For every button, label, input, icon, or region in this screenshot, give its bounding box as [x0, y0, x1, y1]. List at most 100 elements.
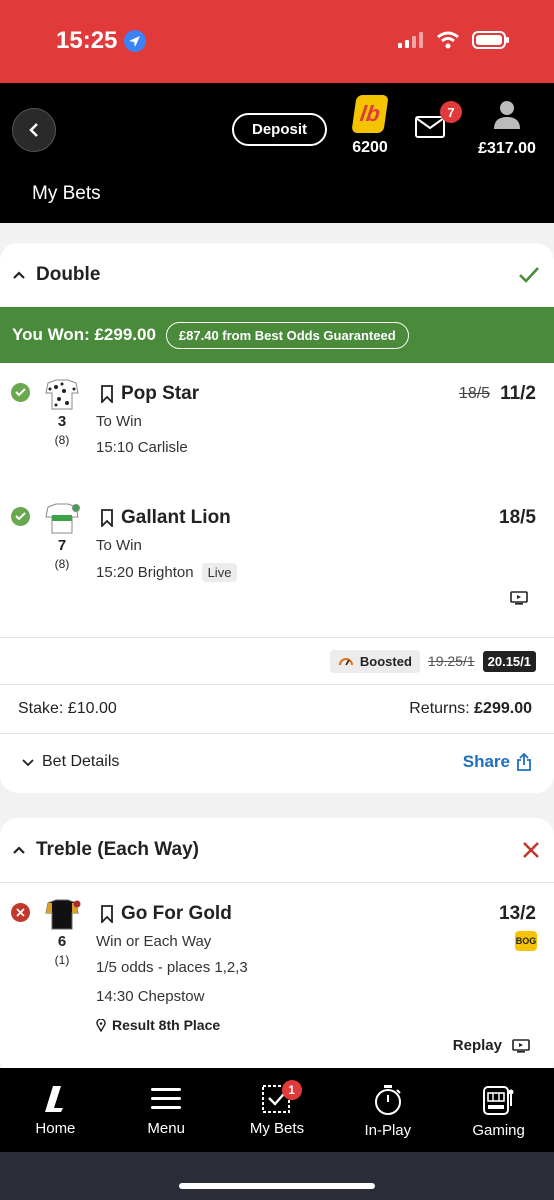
page-title: My Bets: [32, 183, 101, 204]
won-amount: You Won: £299.00: [12, 325, 156, 344]
watch-stream-icon[interactable]: [510, 591, 528, 605]
loyalty-points[interactable]: lb 6200: [345, 95, 395, 157]
bookmark-icon[interactable]: [100, 385, 114, 403]
jockey-silk-icon: [45, 503, 80, 534]
bog-badge: BOG: [515, 931, 537, 951]
live-badge: Live: [201, 563, 238, 582]
nav-home[interactable]: Home: [0, 1068, 111, 1152]
lost-status-icon: [11, 903, 30, 922]
nav-my-bets[interactable]: 1 My Bets: [222, 1068, 333, 1152]
user-icon: [494, 101, 520, 129]
runner-name-row: Pop Star: [100, 383, 199, 405]
market-name: Win or Each Way: [96, 933, 212, 950]
status-bar: 15:25: [0, 0, 554, 83]
pre-boost-odds: 19.25/1: [427, 653, 475, 669]
stake-returns-row: Stake: £10.00 Returns: £299.00: [0, 685, 554, 733]
home-indicator-area: [0, 1152, 554, 1200]
status-time: 15:25: [56, 27, 147, 55]
location-pin-icon: [96, 1018, 106, 1032]
bookmark-icon[interactable]: [100, 509, 114, 527]
runner-name: Pop Star: [121, 383, 200, 404]
deposit-button[interactable]: Deposit: [232, 113, 327, 146]
each-way-terms: 1/5 odds - places 1,2,3: [96, 959, 248, 976]
chevron-up-icon: [13, 846, 25, 854]
original-odds: 18/5: [458, 385, 491, 402]
settled-odds: 11/2: [500, 383, 536, 404]
nav-gaming[interactable]: Gaming: [443, 1068, 554, 1152]
stopwatch-icon: [374, 1085, 401, 1115]
selection-row: 7 (8) Gallant Lion To Win 15:20 Brighton…: [0, 487, 554, 637]
clock-text: 15:25: [56, 27, 118, 54]
won-status-icon: [11, 507, 30, 526]
selection-row: 6 (1) Go For Gold Win or Each Way 1/5 od…: [0, 883, 554, 1073]
check-icon: [519, 267, 539, 283]
nav-label: Home: [35, 1120, 76, 1137]
bet-type-title: Double: [36, 264, 101, 285]
jockey-silk-icon: [45, 379, 79, 410]
race-time-course: 15:20 Brighton: [96, 564, 194, 581]
battery-icon: [472, 31, 509, 49]
nav-in-play[interactable]: In-Play: [332, 1068, 443, 1152]
share-icon: [517, 753, 531, 771]
runner-name-row: Go For Gold: [100, 903, 232, 925]
bookmark-icon[interactable]: [100, 905, 114, 923]
account-button[interactable]: £317.00: [472, 99, 542, 158]
race-info: 15:20 Brighton Live: [96, 563, 238, 582]
location-arrow-icon: [124, 30, 147, 52]
runner-draw: (8): [54, 433, 70, 447]
won-banner: You Won: £299.00 £87.40 from Best Odds G…: [0, 307, 554, 363]
app-header: Deposit lb 6200 7 £317.00 My Bets: [0, 83, 554, 223]
share-button[interactable]: Share: [463, 752, 532, 772]
runner-name-row: Gallant Lion: [100, 507, 231, 529]
nav-menu[interactable]: Menu: [111, 1068, 222, 1152]
loyalty-points-value: 6200: [352, 139, 388, 156]
boosted-badge: Boosted: [329, 649, 420, 673]
bog-bonus-pill: £87.40 from Best Odds Guaranteed: [165, 321, 409, 349]
mail-count-badge: 7: [440, 101, 462, 123]
returns-value: £299.00: [474, 700, 532, 717]
status-icons: [398, 30, 510, 50]
account-balance: £317.00: [478, 140, 536, 157]
video-icon: [512, 1038, 530, 1053]
market-name: To Win: [96, 413, 142, 430]
runner-number: 7: [57, 537, 67, 554]
runner-name: Gallant Lion: [121, 507, 231, 528]
jockey-silk-icon: [45, 899, 81, 930]
speedometer-icon: [338, 658, 353, 666]
nav-label: My Bets: [249, 1120, 305, 1137]
boosted-label: Boosted: [359, 653, 412, 669]
wifi-icon: [437, 31, 459, 49]
lost-x-icon: [523, 842, 539, 858]
home-logo-icon: [45, 1086, 64, 1112]
signal-icon: [398, 32, 423, 48]
loyalty-logo-icon: lb: [351, 95, 389, 133]
bet-details-toggle[interactable]: Bet Details: [22, 753, 119, 771]
bet-card-header[interactable]: Double: [0, 243, 554, 307]
chevron-left-icon: [29, 123, 38, 137]
runner-number: 6: [57, 933, 67, 950]
runner-name: Go For Gold: [121, 903, 232, 924]
nav-label: Menu: [147, 1120, 185, 1137]
share-label: Share: [462, 752, 510, 771]
bet-details-row: Bet Details Share: [0, 734, 554, 790]
stake-text: Stake: £10.00: [18, 700, 117, 717]
home-indicator[interactable]: [179, 1183, 375, 1189]
won-status-icon: [11, 383, 30, 402]
market-name: To Win: [96, 537, 142, 554]
replay-button[interactable]: Replay: [453, 1037, 530, 1054]
race-time-course: 14:30 Chepstow: [96, 988, 205, 1005]
bet-type-title: Treble (Each Way): [36, 839, 199, 860]
returns-label: Returns:: [409, 700, 470, 717]
bet-details-label: Bet Details: [42, 753, 120, 770]
boost-row: Boosted 19.25/1 20.15/1: [0, 638, 554, 684]
race-info: 15:10 Carlisle: [96, 439, 188, 456]
nav-label: Gaming: [472, 1122, 525, 1139]
back-button[interactable]: [12, 108, 56, 152]
my-bets-count-badge: 1: [281, 1080, 302, 1100]
chevron-up-icon: [13, 271, 25, 279]
inbox-button[interactable]: 7: [414, 101, 462, 144]
selection-odds: 18/5 11/2: [459, 383, 536, 405]
settled-odds: 13/2: [499, 903, 536, 924]
bet-card-treble: Treble (Each Way) 6 (1) Go For Gold Win …: [0, 818, 554, 1078]
bet-card-header[interactable]: Treble (Each Way): [0, 818, 554, 882]
